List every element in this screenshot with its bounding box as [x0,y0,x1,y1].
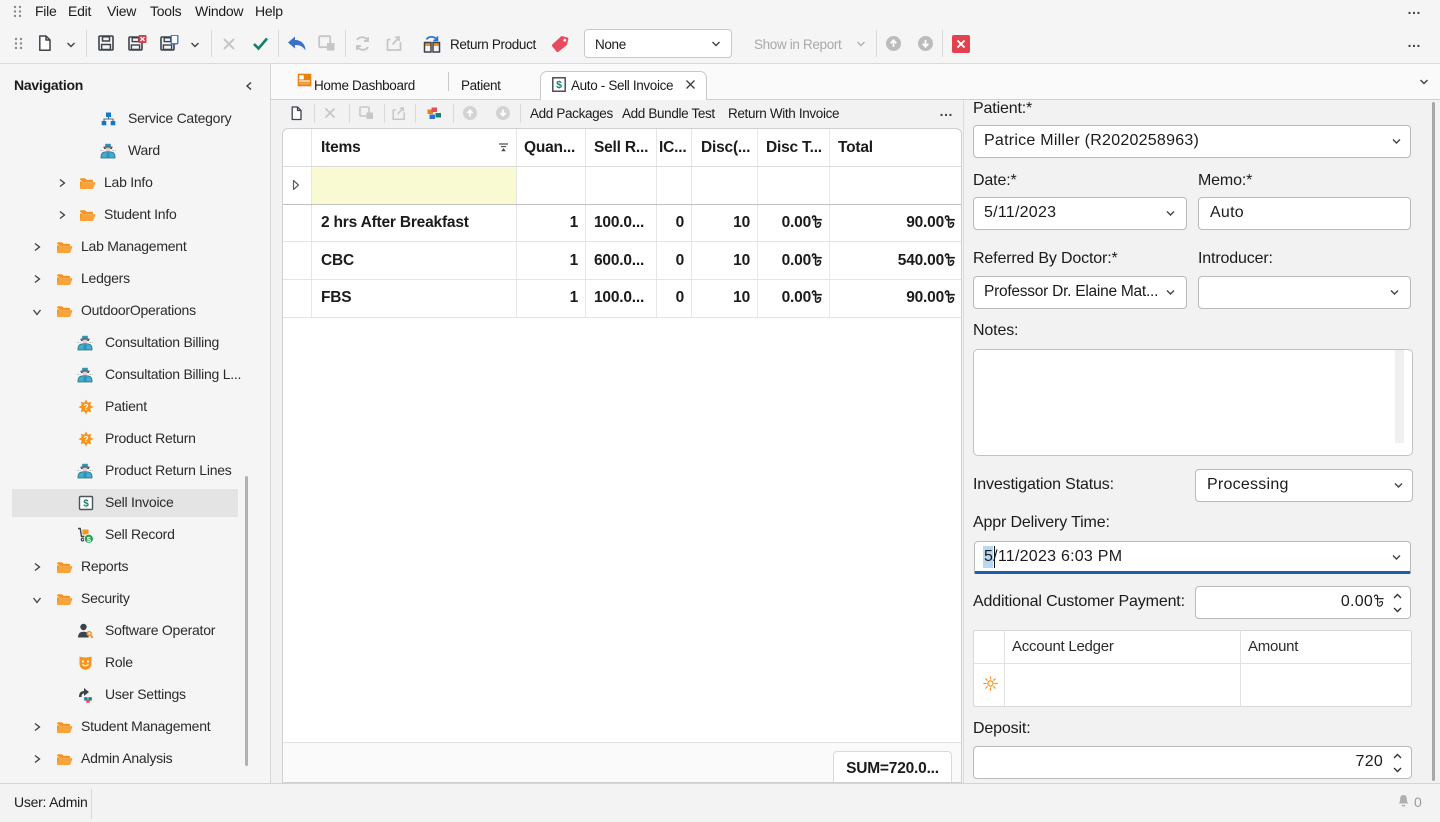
svg-text:?: ? [83,402,88,412]
svg-text:$: $ [556,79,562,91]
svg-text:$: $ [83,499,89,510]
svg-text:?: ? [83,434,88,444]
